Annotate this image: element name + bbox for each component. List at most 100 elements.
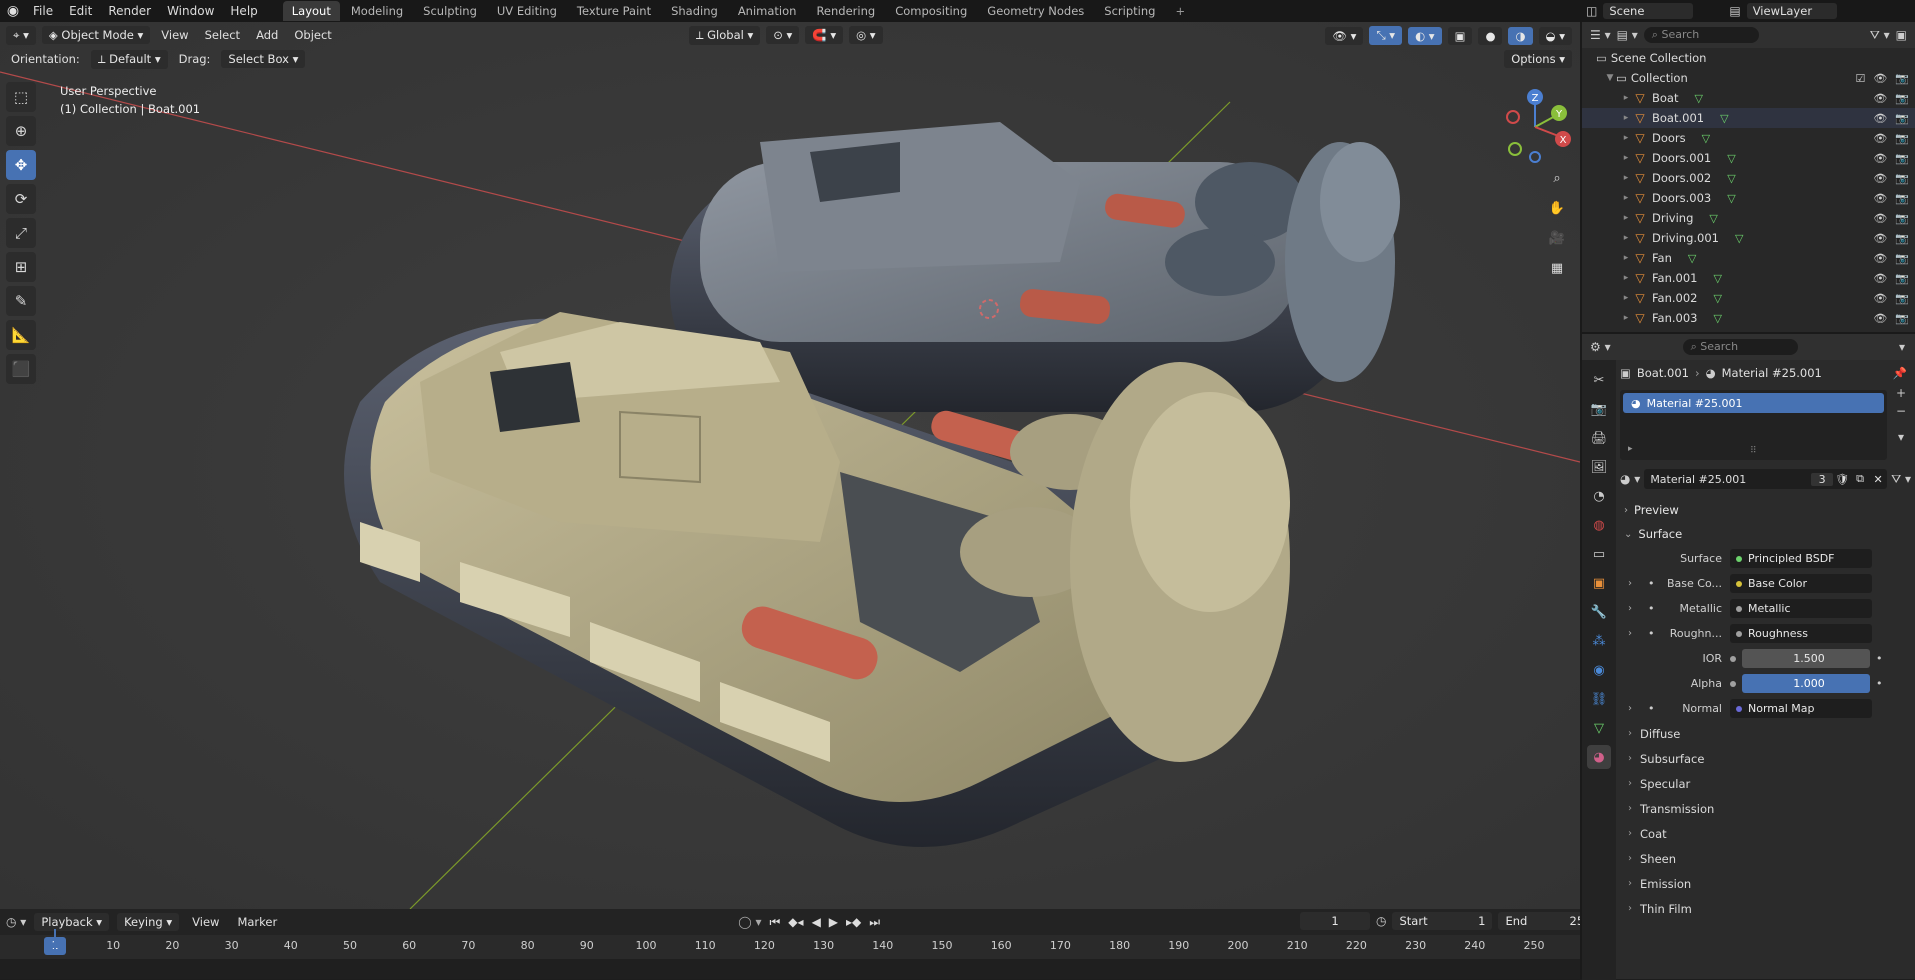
shader-input-field[interactable]: Base Color [1730, 574, 1872, 593]
mesh-data-icon[interactable]: ▽ [1702, 132, 1710, 145]
outliner-object-row[interactable]: ▸ ▽ Fan.001 ▽ 👁 📷 [1582, 268, 1915, 288]
marker-menu[interactable]: Marker [232, 913, 282, 931]
constraints-tab-icon[interactable]: ⛓ [1587, 687, 1611, 711]
play-reverse-icon[interactable]: ◀ [812, 915, 821, 929]
camera-icon[interactable]: 📷 [1895, 192, 1909, 205]
tab-scripting[interactable]: Scripting [1095, 1, 1164, 21]
surface-subpanel[interactable]: › Transmission [1620, 796, 1911, 821]
cursor-tool-icon[interactable]: ⊕ [6, 116, 36, 146]
expand-chevron-icon[interactable]: ▸ [1620, 313, 1632, 323]
collection-tab-icon[interactable]: ▭ [1587, 542, 1611, 566]
outliner-object-row[interactable]: ▸ ▽ Fan ▽ 👁 📷 [1582, 248, 1915, 268]
world-tab-icon[interactable]: ◍ [1587, 513, 1611, 537]
expand-chevron-icon[interactable]: ▸ [1620, 173, 1632, 183]
shader-input-field[interactable]: Roughness [1730, 624, 1872, 643]
surface-subpanel[interactable]: › Specular [1620, 771, 1911, 796]
mesh-data-icon[interactable]: ▽ [1735, 232, 1743, 245]
menu-window[interactable]: Window [160, 2, 221, 20]
prev-keyframe-icon[interactable]: ◆◂ [788, 915, 803, 929]
camera-view-icon[interactable]: 🎥 [1545, 227, 1569, 251]
material-slot-list[interactable]: ◕ Material #25.001 ▸ ⠿ [1620, 390, 1887, 460]
expand-chevron-icon[interactable]: ▸ [1620, 153, 1632, 163]
next-keyframe-icon[interactable]: ▸◆ [846, 915, 861, 929]
material-users-count[interactable]: 3 [1811, 472, 1834, 486]
camera-icon[interactable]: 📷 [1895, 132, 1909, 145]
tab-geometry-nodes[interactable]: Geometry Nodes [978, 1, 1093, 21]
tab-shading[interactable]: Shading [662, 1, 727, 21]
pin-icon[interactable]: 📌 [1893, 366, 1907, 380]
resize-handle-icon[interactable]: ⠿ [1750, 446, 1757, 456]
camera-icon[interactable]: 📷 [1895, 92, 1909, 105]
editor-type-icon[interactable]: ⌖ ▾ [6, 25, 36, 45]
timeline-view-menu[interactable]: View [187, 913, 224, 931]
playback-menu[interactable]: Playback ▾ [34, 913, 110, 931]
tab-layout[interactable]: Layout [282, 1, 340, 21]
scene-collection-row[interactable]: ▭ Scene Collection [1582, 48, 1915, 68]
eye-icon[interactable]: 👁 [1873, 92, 1887, 105]
camera-icon[interactable]: 📷 [1895, 112, 1909, 125]
eye-icon[interactable]: 👁 [1873, 112, 1887, 125]
tab-sculpting[interactable]: Sculpting [414, 1, 486, 21]
options-dropdown[interactable]: Options ▾ [1504, 50, 1572, 68]
expand-chevron-icon[interactable]: ▸ [1620, 273, 1632, 283]
ior-keyframe-icon[interactable]: • [1876, 652, 1883, 665]
camera-icon[interactable]: 📷 [1895, 252, 1909, 265]
expand-chevron-icon[interactable]: ▸ [1620, 213, 1632, 223]
outliner-object-row[interactable]: ▸ ▽ Doors.001 ▽ 👁 📷 [1582, 148, 1915, 168]
outliner-object-row[interactable]: ▸ ▽ Driving.001 ▽ 👁 📷 [1582, 228, 1915, 248]
data-tab-icon[interactable]: ▽ [1587, 716, 1611, 740]
unlink-material-icon[interactable]: ✕ [1869, 473, 1887, 486]
menu-help[interactable]: Help [223, 2, 264, 20]
alpha-keyframe-icon[interactable]: • [1876, 677, 1883, 690]
collapse-chevron-icon[interactable]: ▼ [1604, 73, 1616, 83]
menu-file[interactable]: File [26, 2, 60, 20]
proportional-edit-icon[interactable]: ◎ ▾ [849, 26, 883, 44]
alpha-field[interactable]: 1.000 [1742, 674, 1870, 693]
new-collection-icon[interactable]: ▣ [1896, 28, 1907, 42]
camera-icon[interactable]: 📷 [1895, 312, 1909, 325]
timeline-track-area[interactable] [0, 959, 1580, 979]
material-name-field[interactable]: Material #25.001 3 🛡 ⧉ ✕ [1644, 469, 1888, 489]
outliner-object-row[interactable]: ▸ ▽ Fan.003 ▽ 👁 📷 [1582, 308, 1915, 328]
camera-icon[interactable]: 📷 [1895, 232, 1909, 245]
scale-tool-icon[interactable]: ⤢ [6, 218, 36, 248]
shader-input-field[interactable]: Metallic [1730, 599, 1872, 618]
slot-menu-icon[interactable]: ▾ [1898, 430, 1904, 444]
expand-chevron-icon[interactable]: ▸ [1620, 113, 1632, 123]
display-mode-icon[interactable]: ▤ ▾ [1617, 28, 1638, 42]
viewport-menu-add[interactable]: Add [251, 26, 283, 44]
ortho-grid-icon[interactable]: ▦ [1545, 257, 1569, 281]
expand-chevron-icon[interactable]: ▸ [1620, 193, 1632, 203]
drag-dropdown[interactable]: Select Box ▾ [221, 50, 306, 68]
input-expand-icon[interactable]: › [1628, 603, 1632, 614]
properties-editor-icon[interactable]: ⚙ ▾ [1590, 340, 1611, 354]
surface-panel-header[interactable]: ⌄ Surface [1620, 522, 1911, 546]
transform-tool-icon[interactable]: ⊞ [6, 252, 36, 282]
surface-subpanel[interactable]: › Emission [1620, 871, 1911, 896]
measure-tool-icon[interactable]: 📐 [6, 320, 36, 350]
particles-tab-icon[interactable]: ⁂ [1587, 629, 1611, 653]
surface-subpanel[interactable]: › Subsurface [1620, 746, 1911, 771]
select-box-tool-icon[interactable]: ⬚ [6, 82, 36, 112]
mesh-data-icon[interactable]: ▽ [1727, 192, 1735, 205]
pivot-icon[interactable]: ⊙ ▾ [766, 26, 800, 44]
view-layer-tab-icon[interactable]: 🖼 [1587, 455, 1611, 479]
material-tab-icon[interactable]: ◕ [1587, 745, 1611, 769]
viewport-menu-object[interactable]: Object [289, 26, 336, 44]
surface-subpanel[interactable]: › Coat [1620, 821, 1911, 846]
normal-expand-icon[interactable]: › [1628, 703, 1632, 714]
add-workspace-icon[interactable]: + [1166, 1, 1194, 21]
add-cube-tool-icon[interactable]: ⬛ [6, 354, 36, 384]
expand-chevron-icon[interactable]: ▸ [1620, 133, 1632, 143]
rotate-tool-icon[interactable]: ⟳ [6, 184, 36, 214]
menu-edit[interactable]: Edit [62, 2, 99, 20]
mesh-data-icon[interactable]: ▽ [1688, 252, 1696, 265]
visibility-icon[interactable]: 👁 ▾ [1325, 26, 1364, 45]
overlay-toggle-icon[interactable]: ◐ ▾ [1408, 26, 1442, 45]
eye-icon[interactable]: 👁 [1873, 312, 1887, 325]
outliner-object-row[interactable]: ▸ ▽ Doors ▽ 👁 📷 [1582, 128, 1915, 148]
pan-hand-icon[interactable]: ✋ [1545, 197, 1569, 221]
filter-icon[interactable]: ⛛ ▾ [1870, 28, 1890, 43]
move-tool-icon[interactable]: ✥ [6, 150, 36, 180]
menu-render[interactable]: Render [101, 2, 158, 20]
